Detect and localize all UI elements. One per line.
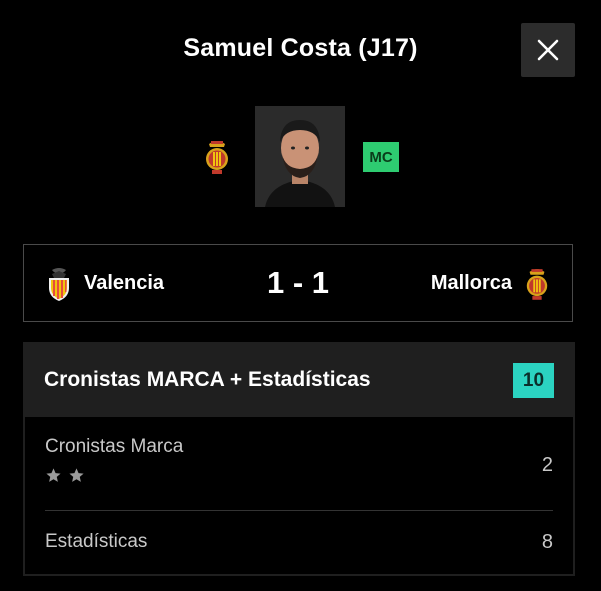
star-icon (46, 468, 61, 482)
mallorca-crest-icon (526, 269, 548, 300)
cronistas-value: 2 (541, 454, 553, 476)
row-divider (45, 510, 553, 511)
estadisticas-value: 8 (541, 531, 553, 553)
match-summary: Valencia 1 - 1 Mallorca (23, 244, 573, 322)
close-icon (537, 39, 559, 61)
mallorca-crest-icon (206, 141, 228, 174)
away-team-name: Mallorca (430, 272, 512, 294)
rating-card: Cronistas MARCA + Estadísticas 10 Cronis… (23, 342, 575, 576)
player-photo (255, 106, 345, 207)
total-rating-badge: 10 (513, 363, 554, 398)
rating-breakdown: Cronistas Marca 2 Estadísticas 8 (23, 417, 575, 576)
estadisticas-label: Estadísticas (45, 531, 148, 552)
close-button[interactable] (521, 23, 575, 77)
star-icon (69, 468, 84, 482)
cronistas-stars (45, 467, 85, 484)
page-title: Samuel Costa (J17) (183, 34, 418, 62)
cronistas-label: Cronistas Marca (45, 436, 184, 457)
rating-header: Cronistas MARCA + Estadísticas 10 (23, 342, 575, 417)
position-badge: MC (363, 142, 399, 172)
rating-title: Cronistas MARCA + Estadísticas (44, 368, 371, 391)
